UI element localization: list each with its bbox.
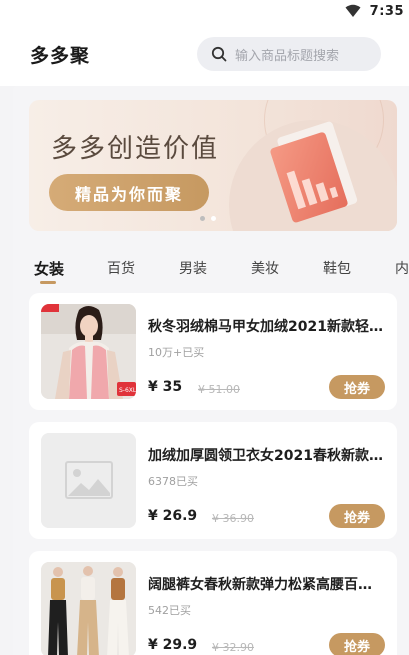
- product-sold-count: 542已买: [148, 604, 191, 617]
- wide-leg-pants-photo: [41, 562, 136, 655]
- status-bar: 7:35: [0, 0, 409, 24]
- wifi-icon: [345, 4, 361, 17]
- search-input[interactable]: 输入商品标题搜索: [197, 37, 381, 71]
- image-placeholder-icon: [41, 433, 136, 528]
- svg-text:S-6XL: S-6XL: [119, 387, 136, 394]
- tab-beauty[interactable]: 美妆: [251, 258, 279, 278]
- tab-underwear[interactable]: 内: [395, 258, 409, 278]
- search-icon: [211, 46, 227, 62]
- product-price: ¥ 35: [148, 379, 183, 395]
- product-card[interactable]: S-6XL 秋冬羽绒棉马甲女加绒2021新款轻… 10万+已买 ¥ 35 ¥ 5…: [29, 293, 397, 410]
- header: 多多聚 输入商品标题搜索: [0, 24, 409, 86]
- coupon-button[interactable]: 抢券: [329, 375, 385, 399]
- product-card[interactable]: 加绒加厚圆领卫衣女2021春秋新款… 6378已买 ¥ 26.9 ¥ 36.90…: [29, 422, 397, 539]
- pagination-dot-active[interactable]: [200, 216, 205, 221]
- main-content: 多多创造价值 精品为你而聚 女装 百货 男装 美妆 鞋包 内 S-6XL 秋冬羽…: [13, 86, 409, 655]
- product-original-price: ¥ 36.90: [212, 512, 254, 525]
- product-price: ¥ 26.9: [148, 508, 198, 524]
- search-placeholder: 输入商品标题搜索: [235, 49, 340, 64]
- product-card[interactable]: 阔腿裤女春秋新款弹力松紧高腰百搭… 542已买 ¥ 29.9 ¥ 32.90 抢…: [29, 551, 397, 655]
- product-title[interactable]: 秋冬羽绒棉马甲女加绒2021新款轻…: [148, 316, 383, 336]
- app-title: 多多聚: [30, 45, 91, 67]
- tab-men[interactable]: 男装: [179, 258, 207, 278]
- bar-chart-card-icon: [270, 121, 358, 223]
- tab-general[interactable]: 百货: [107, 258, 135, 278]
- product-image[interactable]: S-6XL: [41, 304, 136, 399]
- pagination-dot[interactable]: [211, 216, 216, 221]
- category-tabs: 女装 百货 男装 美妆 鞋包 内: [13, 251, 409, 287]
- coupon-button[interactable]: 抢券: [329, 504, 385, 528]
- banner-title: 多多创造价值: [51, 134, 220, 164]
- product-sold-count: 6378已买: [148, 475, 198, 488]
- product-title[interactable]: 阔腿裤女春秋新款弹力松紧高腰百搭…: [148, 574, 383, 594]
- product-sold-count: 10万+已买: [148, 346, 205, 359]
- status-time: 7:35: [369, 4, 404, 19]
- product-image[interactable]: [41, 562, 136, 655]
- product-title[interactable]: 加绒加厚圆领卫衣女2021春秋新款…: [148, 445, 383, 465]
- product-original-price: ¥ 32.90: [212, 641, 254, 654]
- promo-banner[interactable]: 多多创造价值 精品为你而聚: [29, 100, 397, 231]
- tab-shoes-bags[interactable]: 鞋包: [323, 258, 351, 278]
- product-original-price: ¥ 51.00: [198, 383, 240, 396]
- product-price: ¥ 29.9: [148, 637, 198, 653]
- app-screen: 7:35 多多聚 输入商品标题搜索 多多创造价值 精品为你而聚 女装 百货 男装…: [0, 0, 409, 655]
- model-vest-photo: S-6XL: [41, 304, 136, 399]
- coupon-button[interactable]: 抢券: [329, 633, 385, 655]
- product-image[interactable]: [41, 433, 136, 528]
- tab-women[interactable]: 女装: [34, 258, 64, 279]
- banner-cta-button[interactable]: 精品为你而聚: [49, 174, 209, 211]
- tab-indicator: [40, 281, 56, 284]
